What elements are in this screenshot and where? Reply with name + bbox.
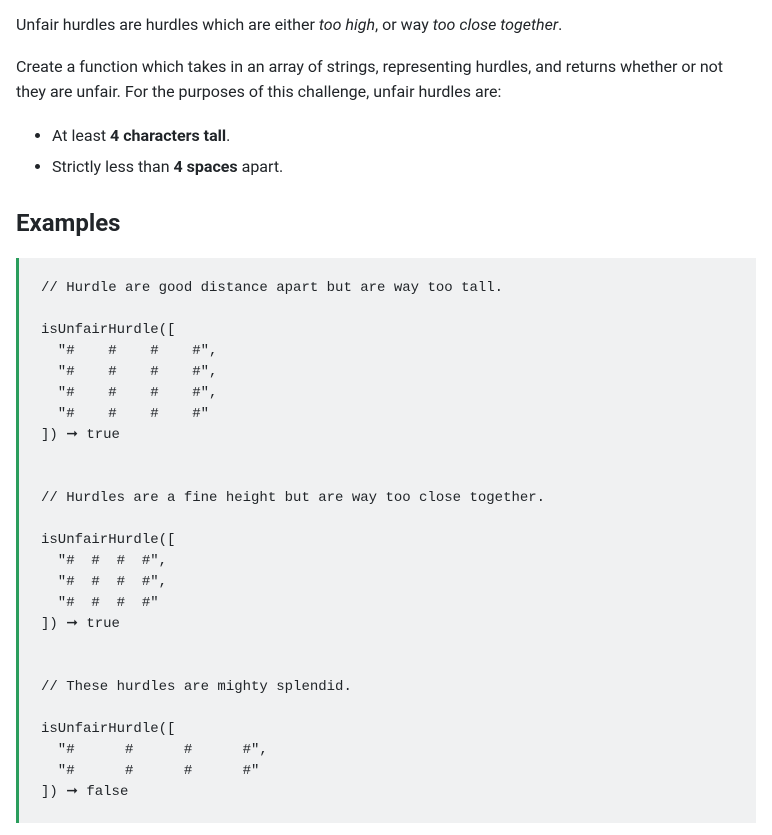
rules-list: At least 4 characters tall. Strictly les…	[16, 123, 756, 180]
rule2-post: apart.	[238, 157, 284, 176]
rule2-bold: 4 spaces	[174, 157, 238, 176]
rule1-bold: 4 characters tall	[110, 126, 226, 145]
intro-em2: too close together	[433, 15, 558, 34]
intro-paragraph: Unfair hurdles are hurdles which are eit…	[16, 12, 756, 38]
list-item: At least 4 characters tall.	[52, 123, 756, 149]
rule1-post: .	[226, 126, 230, 145]
rule1-pre: At least	[52, 126, 110, 145]
intro-prefix: Unfair hurdles are hurdles which are eit…	[16, 15, 319, 34]
intro-em1: too high	[319, 15, 375, 34]
list-item: Strictly less than 4 spaces apart.	[52, 154, 756, 180]
code-example-block: // Hurdle are good distance apart but ar…	[16, 258, 756, 823]
examples-heading: Examples	[16, 204, 756, 242]
intro-mid: , or way	[375, 15, 433, 34]
rule2-pre: Strictly less than	[52, 157, 174, 176]
description-paragraph: Create a function which takes in an arra…	[16, 54, 756, 105]
intro-suffix: .	[558, 15, 562, 34]
